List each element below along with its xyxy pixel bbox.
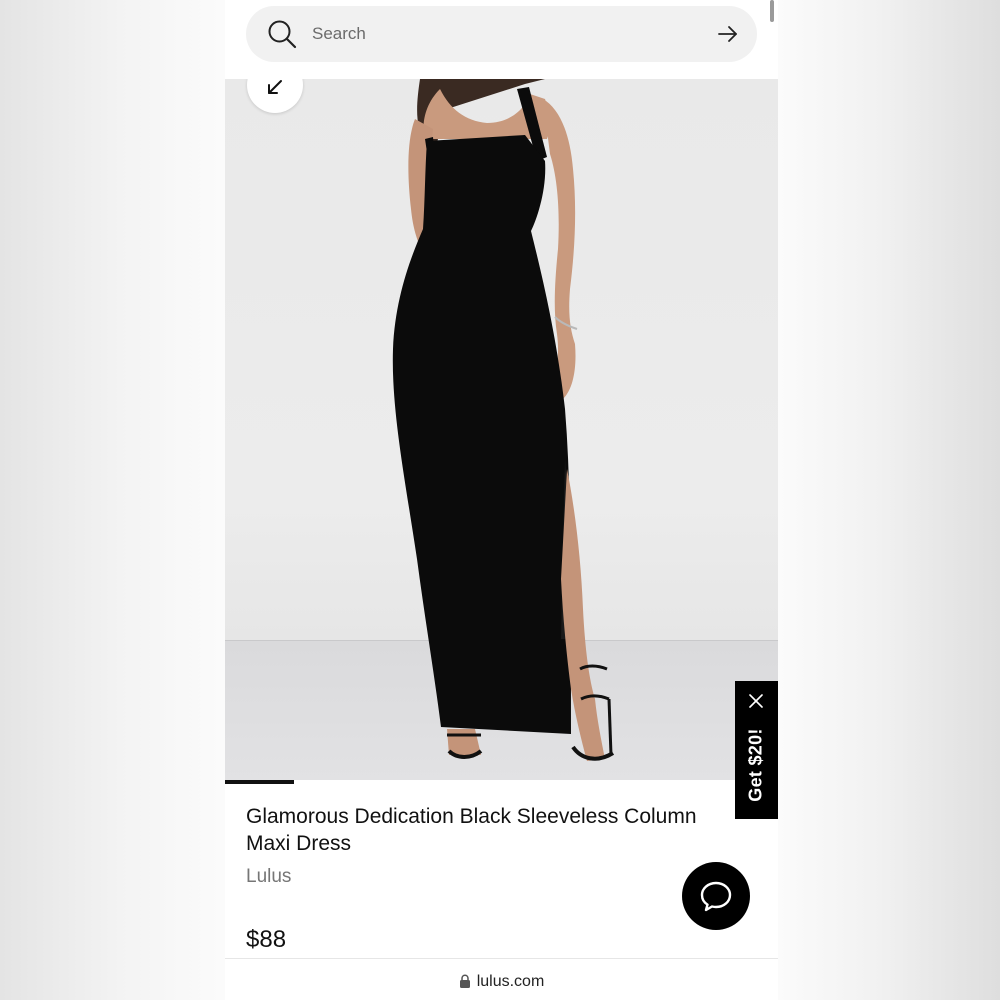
mobile-browser-viewport: Get $20! Glamorous Dedication Black Slee… — [225, 0, 778, 1000]
search-bar[interactable] — [246, 6, 757, 62]
model-figure — [392, 79, 615, 761]
carousel-progress-fill — [225, 780, 295, 784]
url-text: lulus.com — [476, 972, 545, 990]
browser-url-bar[interactable]: lulus.com — [225, 958, 778, 1000]
scroll-indicator[interactable] — [770, 0, 774, 22]
search-icon[interactable] — [266, 18, 298, 50]
arrow-right-icon[interactable] — [716, 22, 740, 46]
search-input[interactable] — [312, 16, 692, 52]
brand-name[interactable]: Lulus — [246, 866, 291, 888]
promo-tab[interactable]: Get $20! — [735, 681, 778, 819]
product-title: Glamorous Dedication Black Sleeveless Co… — [246, 805, 697, 855]
carousel-progress — [225, 780, 778, 784]
chat-bubble-icon — [700, 881, 732, 912]
promo-label[interactable]: Get $20! — [746, 728, 767, 801]
close-icon[interactable] — [748, 693, 764, 709]
arrow-down-left-icon — [268, 80, 282, 94]
chat-button[interactable] — [682, 862, 750, 930]
product-image[interactable] — [225, 79, 778, 784]
lock-icon — [459, 973, 470, 988]
product-price: $88 — [246, 926, 287, 953]
